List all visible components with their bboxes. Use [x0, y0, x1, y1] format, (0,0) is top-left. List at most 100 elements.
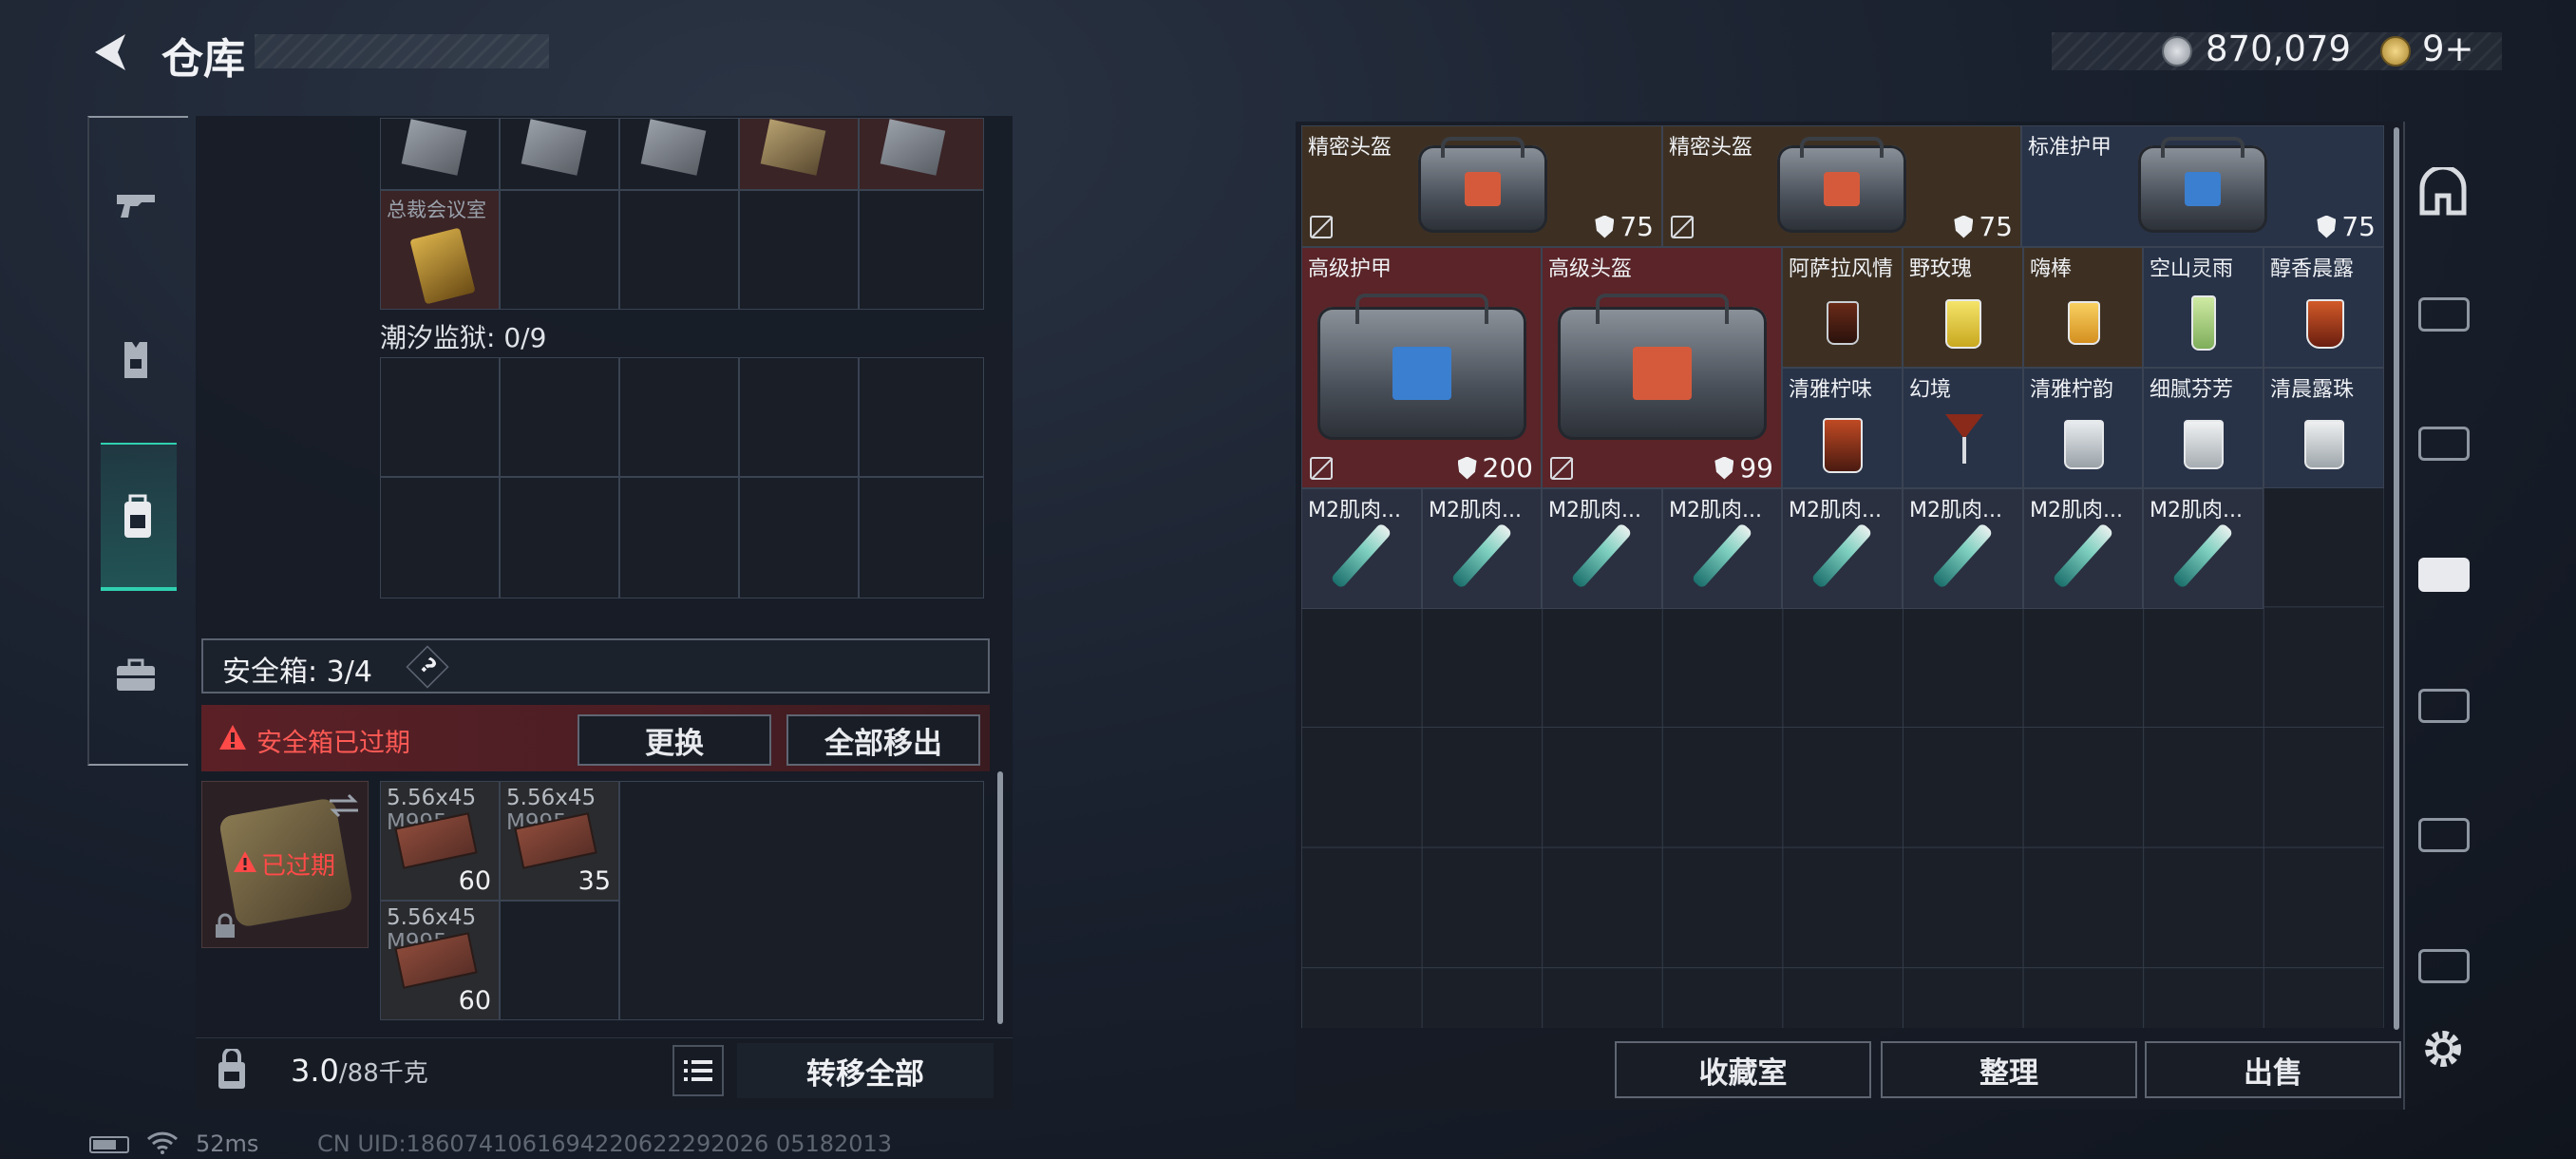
grid-cell[interactable] — [500, 357, 619, 477]
grid-cell[interactable] — [859, 190, 984, 310]
grid-cell[interactable] — [859, 357, 984, 477]
item-name: 精密头盔 — [1308, 136, 1392, 160]
grid-cell[interactable] — [619, 477, 739, 598]
grid-cell[interactable] — [500, 118, 619, 190]
medkit-case-icon — [2418, 818, 2470, 852]
stash-item-syringe[interactable]: M2肌肉... — [2143, 488, 2263, 609]
stash-item-armor[interactable]: 高级护甲 200 — [1301, 247, 1542, 488]
stash-item-armor[interactable]: 标准护甲 75 — [2021, 125, 2384, 247]
grid-cell[interactable] — [500, 190, 619, 310]
grid-cell[interactable] — [739, 477, 859, 598]
stash-item-drink[interactable]: 空山灵雨 — [2143, 247, 2263, 368]
grid-cell[interactable] — [619, 190, 739, 310]
stash-item-drink[interactable]: 嗨棒 — [2023, 247, 2143, 368]
drink-icon — [2304, 420, 2344, 469]
currency-amount: 870,079 — [2206, 28, 2352, 69]
grid-cell[interactable] — [739, 357, 859, 477]
stash-tab-0[interactable] — [2413, 944, 2475, 988]
grid-cell[interactable] — [859, 118, 984, 190]
helmet-case-icon — [1558, 294, 1767, 440]
syringe-icon — [1810, 522, 1873, 590]
replace-button[interactable]: 更换 — [578, 714, 771, 766]
ammo-item[interactable]: 5.56x45 M995 35 — [500, 781, 619, 901]
stash-scrollbar[interactable] — [2394, 127, 2399, 1030]
syringe-icon — [2171, 522, 2234, 590]
coin-icon — [2162, 36, 2192, 66]
grid-cell[interactable] — [500, 901, 619, 1020]
stash-item-syringe[interactable]: M2肌肉... — [1782, 488, 1903, 609]
durability: 75 — [1595, 211, 1654, 242]
ammo-item[interactable]: 5.56x45 M995 60 — [380, 901, 500, 1020]
grid-cell[interactable] — [859, 477, 984, 598]
item-name: 嗨棒 — [2030, 257, 2073, 281]
stash-item-drink[interactable]: 清雅柠味 — [1782, 368, 1903, 488]
durability: 99 — [1714, 452, 1773, 484]
grid-cell[interactable] — [380, 357, 500, 477]
stash-item-syringe[interactable]: M2肌肉... — [1662, 488, 1782, 609]
stash-item-syringe[interactable]: M2肌肉... — [1903, 488, 2023, 609]
organize-button[interactable]: 整理 — [1881, 1041, 2137, 1098]
stash-item-drink[interactable]: 细腻芬芳 — [2143, 368, 2263, 488]
stash-tab-2[interactable] — [2413, 684, 2475, 728]
vest-icon — [124, 342, 147, 378]
item-name: M2肌肉... — [2150, 499, 2243, 522]
sell-button[interactable]: 出售 — [2145, 1041, 2401, 1098]
collection-room-button[interactable]: 收藏室 — [1615, 1041, 1871, 1098]
grid-cell[interactable] — [619, 357, 739, 477]
stash-item-syringe[interactable]: M2肌肉... — [1301, 488, 1422, 609]
move-all-out-button[interactable]: 全部移出 — [786, 714, 980, 766]
stash-tab-1[interactable] — [2413, 813, 2475, 857]
nav-armor[interactable] — [104, 338, 167, 382]
key-card-icon — [409, 227, 476, 305]
drink-icon — [2064, 420, 2104, 469]
drink-icon — [2191, 295, 2216, 351]
ammo-item[interactable]: 5.56x45 M995 60 — [380, 781, 500, 901]
grid-cell[interactable] — [380, 118, 500, 190]
stash-item-syringe[interactable]: M2肌肉... — [2023, 488, 2143, 609]
key-card-item[interactable]: 总裁会议室 — [380, 190, 500, 310]
item-name: 细腻芬芳 — [2150, 378, 2234, 402]
stash-item-syringe[interactable]: M2肌肉... — [1422, 488, 1542, 609]
stash-item-syringe[interactable]: M2肌肉... — [1542, 488, 1662, 609]
list-view-button[interactable] — [672, 1045, 724, 1096]
stash-item-drink[interactable]: 幻境 — [1903, 368, 2023, 488]
stash-item-drink[interactable]: 醇香晨露 — [2263, 247, 2384, 368]
transfer-all-button[interactable]: 转移全部 — [737, 1043, 994, 1098]
stash-item-drink[interactable]: 清雅柠韵 — [2023, 368, 2143, 488]
syringe-icon — [1450, 522, 1513, 590]
page-title: 仓库 — [161, 35, 245, 84]
stash-tab-3[interactable] — [2413, 422, 2475, 466]
shield-icon — [1457, 456, 1477, 480]
stash-item-drink[interactable]: 野玫瑰 — [1903, 247, 2023, 368]
nav-weapon[interactable] — [104, 182, 167, 226]
stash-tab-all[interactable] — [2416, 167, 2470, 217]
stash-item-helmet[interactable]: 精密头盔 75 — [1301, 125, 1662, 247]
grid-cell[interactable] — [619, 781, 984, 1020]
grid-cell[interactable] — [739, 118, 859, 190]
item-name: 清雅柠味 — [1789, 378, 1873, 402]
durability: 200 — [1457, 452, 1533, 484]
stash-tab-4[interactable] — [2413, 293, 2475, 336]
weight-max: /88千克 — [338, 1059, 428, 1088]
settings-gear-icon[interactable] — [2420, 1026, 2466, 1072]
shield-icon — [1595, 215, 1615, 238]
syringe-icon — [2052, 522, 2114, 590]
stash-item-drink[interactable]: 阿萨拉风情 — [1782, 247, 1903, 368]
safe-box-item[interactable]: 已过期 — [201, 781, 369, 948]
back-button[interactable] — [89, 28, 137, 76]
stash-item-helmet[interactable]: 精密头盔 75 — [1662, 125, 2021, 247]
stash-item-helmet[interactable]: 高级头盔 99 — [1542, 247, 1782, 488]
grid-cell[interactable] — [619, 118, 739, 190]
stash-tab-selected[interactable] — [2413, 553, 2475, 597]
weight-readout: 3.0/88千克 — [291, 1053, 428, 1089]
left-scrollbar[interactable] — [997, 771, 1003, 1024]
ammo-count: 60 — [458, 866, 491, 896]
nav-case[interactable] — [104, 654, 167, 697]
stash-item-drink[interactable]: 清晨露珠 — [2263, 368, 2384, 488]
grid-cell[interactable] — [500, 477, 619, 598]
grid-cell[interactable] — [739, 190, 859, 310]
item-name: M2肌肉... — [1909, 499, 2002, 522]
grid-cell[interactable] — [380, 477, 500, 598]
item-name: 野玫瑰 — [1909, 257, 1973, 281]
item-name: M2肌肉... — [1548, 499, 1641, 522]
